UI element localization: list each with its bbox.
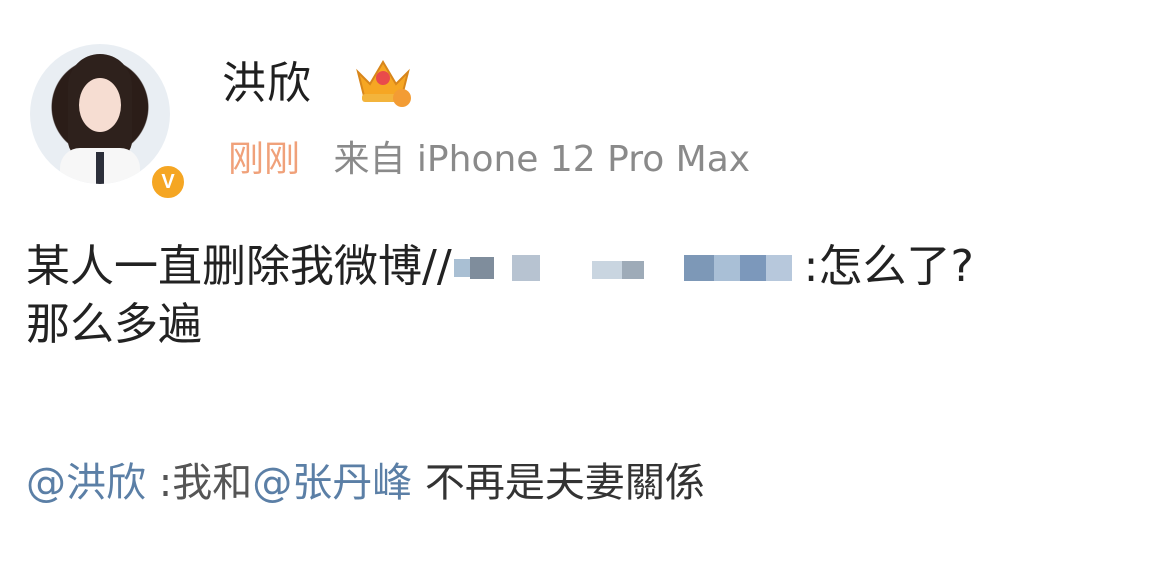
post-time: 刚刚	[228, 139, 301, 180]
post-text-after: :怎么了?	[803, 241, 974, 292]
post-meta: 刚刚 来自 iPhone 12 Pro Max	[228, 136, 750, 184]
post-line-1: 某人一直删除我微博// :怎么了?	[26, 238, 1166, 296]
mention-link-hongxin[interactable]: @洪欣	[26, 460, 146, 506]
crown-icon[interactable]	[352, 54, 414, 108]
post-line-2: 那么多遍	[26, 299, 202, 350]
profile-photo	[30, 44, 170, 184]
verified-v-icon: V	[148, 162, 188, 202]
repost-text-2: 不再是夫妻關係	[412, 460, 705, 506]
post-source: 来自 iPhone 12 Pro Max	[333, 139, 751, 180]
avatar[interactable]: V	[30, 44, 188, 202]
repost-line: @洪欣 :我和@张丹峰 不再是夫妻關係	[26, 456, 705, 510]
post-content: 某人一直删除我微博// :怎么了? 那么多遍	[26, 238, 1166, 354]
repost-text-1: :我和	[146, 460, 253, 506]
username[interactable]: 洪欣	[222, 56, 312, 112]
weibo-post: V 洪欣 刚刚 来自 iPhone 12 Pro Max 某人一直删除我微博//…	[0, 0, 1176, 584]
mention-link-zhangdanfeng[interactable]: @张丹峰	[252, 460, 412, 506]
post-text-before: 某人一直删除我微博//	[26, 241, 452, 292]
blurred-mention	[453, 249, 802, 289]
